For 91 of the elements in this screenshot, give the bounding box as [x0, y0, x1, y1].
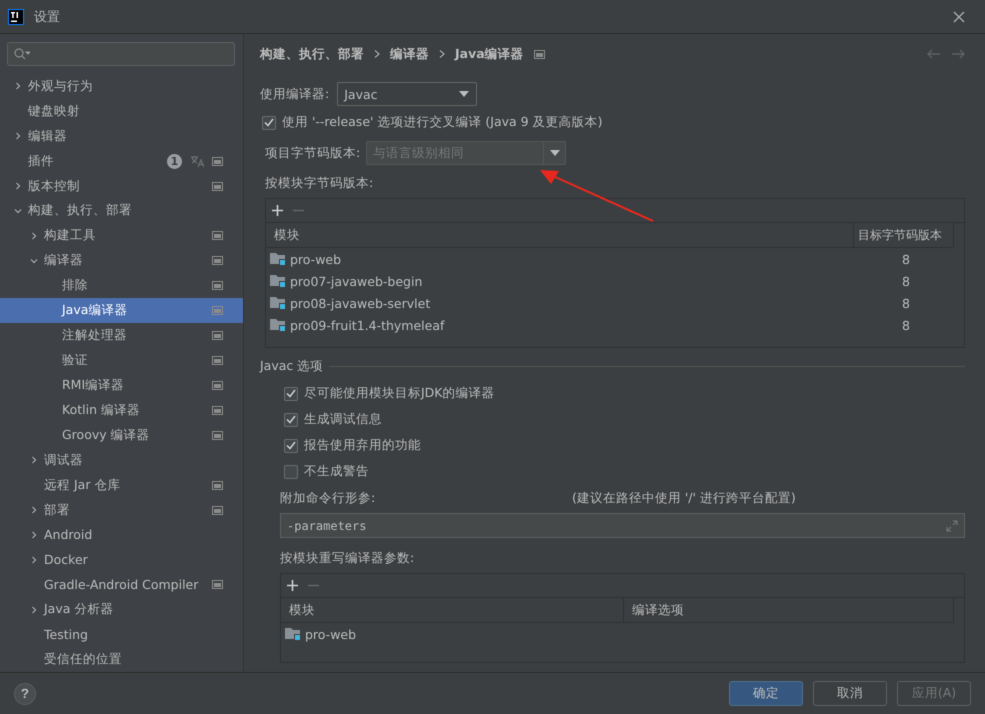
chevron-right-icon[interactable]: [14, 132, 22, 140]
sidebar-item[interactable]: 调试器: [0, 448, 243, 473]
dialog-button[interactable]: 取消: [813, 681, 887, 706]
checkbox[interactable]: [262, 116, 276, 130]
compiler-dropdown[interactable]: Javac: [337, 82, 478, 106]
chevron-right-icon[interactable]: [30, 456, 38, 464]
field-label: 项目字节码版本:: [265, 144, 360, 162]
app-logo-icon: [8, 8, 24, 24]
sidebar-item[interactable]: 排除: [0, 273, 243, 298]
field-label: 按模块字节码版本:: [265, 175, 374, 192]
sidebar-item[interactable]: 注解处理器: [0, 323, 243, 348]
breadcrumb-item[interactable]: 构建、执行、部署: [260, 46, 364, 62]
sidebar-item[interactable]: 键盘映射: [0, 98, 243, 124]
checkbox-label: 生成调试信息: [304, 411, 382, 428]
checkbox[interactable]: [284, 386, 298, 400]
chevron-right-icon[interactable]: [14, 182, 22, 190]
column-header: 编译选项: [624, 598, 954, 622]
close-icon[interactable]: [953, 10, 965, 22]
sidebar-item[interactable]: 版本控制: [0, 174, 243, 199]
dialog-button[interactable]: 确定: [729, 681, 803, 706]
sidebar-item[interactable]: Android: [0, 522, 243, 548]
sidebar-item[interactable]: 插件 1: [0, 148, 243, 174]
sidebar-item[interactable]: 编译器: [0, 248, 243, 274]
sidebar-item[interactable]: Java 分析器: [0, 597, 243, 622]
section-title: Javac 选项: [260, 358, 324, 375]
add-icon[interactable]: [272, 205, 283, 216]
table-cell: pro09-fruit1.4-thymeleaf: [266, 318, 854, 332]
sidebar-item[interactable]: Testing: [0, 622, 243, 648]
module-folder-icon: [270, 252, 286, 266]
chevron-right-icon[interactable]: [30, 606, 38, 614]
column-header: 目标字节码版本: [854, 223, 954, 247]
sidebar-item[interactable]: Java编译器: [0, 298, 243, 324]
help-button[interactable]: ?: [14, 682, 36, 704]
hint-text: (建议在路径中使用 '/' 进行跨平台配置): [572, 490, 796, 507]
sidebar-item[interactable]: 外观与行为: [0, 74, 243, 99]
sidebar-item[interactable]: Docker: [0, 547, 243, 572]
sidebar-item[interactable]: 验证: [0, 348, 243, 373]
sidebar-item[interactable]: Groovy 编译器: [0, 422, 243, 448]
table-cell-text: 8: [901, 274, 911, 288]
column-header: 模块: [281, 598, 624, 622]
field-label: 按模块重写编译器参数:: [280, 550, 414, 567]
breadcrumb-item[interactable]: 编译器: [390, 46, 429, 62]
module-folder-icon: [270, 296, 286, 310]
sidebar-item[interactable]: 构建工具: [0, 223, 243, 248]
table-cell-text: 8: [901, 252, 911, 266]
chevron-down-icon[interactable]: [14, 206, 22, 215]
module-folder-icon: [270, 274, 286, 288]
chevron-right-icon[interactable]: [30, 232, 38, 240]
sidebar-item[interactable]: 构建、执行、部署: [0, 198, 243, 224]
dropdown-caret-icon: [550, 150, 560, 156]
checkbox[interactable]: [284, 438, 298, 452]
search-icon: [14, 48, 30, 60]
checkbox-label: 报告使用弃用的功能: [304, 437, 421, 454]
chevron-right-icon[interactable]: [30, 506, 38, 514]
sidebar-item[interactable]: Kotlin 编译器: [0, 398, 243, 423]
project-scope-icon: [534, 50, 545, 58]
checkbox-label: 尽可能使用模块目标JDK的编译器: [304, 385, 495, 402]
table-cell: pro08-javaweb-servlet: [266, 296, 854, 310]
table-cell: pro-web: [281, 626, 624, 642]
column-header: 模块: [266, 223, 854, 247]
table-cell: pro07-javaweb-begin: [266, 274, 854, 288]
chevron-right-icon[interactable]: [30, 556, 38, 564]
checkbox[interactable]: [284, 464, 298, 478]
chevron-right-icon: [439, 50, 445, 58]
chevron-right-icon[interactable]: [30, 530, 38, 539]
field-label: 附加命令行形参:: [280, 490, 376, 507]
field-label: 使用编译器:: [260, 86, 330, 102]
search-field[interactable]: [7, 42, 235, 66]
chevron-down-icon[interactable]: [30, 256, 38, 265]
sidebar-item[interactable]: 受信任的位置: [0, 647, 243, 672]
chevron-right-icon: [374, 50, 380, 58]
count-badge: 1: [167, 154, 182, 169]
sidebar-item[interactable]: RMI编译器: [0, 372, 243, 398]
module-folder-icon: [270, 318, 286, 332]
sidebar-item[interactable]: 远程 Jar 仓库: [0, 472, 243, 498]
sidebar-item[interactable]: 编辑器: [0, 124, 243, 149]
parameters-field[interactable]: -parameters: [280, 513, 965, 538]
sidebar-item[interactable]: Gradle-Android Compiler: [0, 572, 243, 598]
breadcrumb-item[interactable]: Java编译器: [455, 46, 524, 62]
table-cell: pro-web: [266, 252, 854, 266]
module-folder-icon: [285, 627, 301, 641]
table-cell-text: 8: [901, 296, 911, 310]
chevron-right-icon[interactable]: [14, 82, 22, 90]
window-title: 设置: [34, 8, 60, 26]
table-cell-text: 8: [901, 318, 911, 332]
checkbox-label: 使用 '--release' 选项进行交叉编译 (Java 9 及更高版本): [282, 114, 602, 131]
sidebar-item[interactable]: 部署: [0, 498, 243, 523]
dropdown-caret-icon: [459, 91, 470, 97]
add-icon[interactable]: [287, 580, 298, 591]
checkbox-label: 不生成警告: [304, 463, 369, 480]
checkbox[interactable]: [284, 412, 298, 426]
